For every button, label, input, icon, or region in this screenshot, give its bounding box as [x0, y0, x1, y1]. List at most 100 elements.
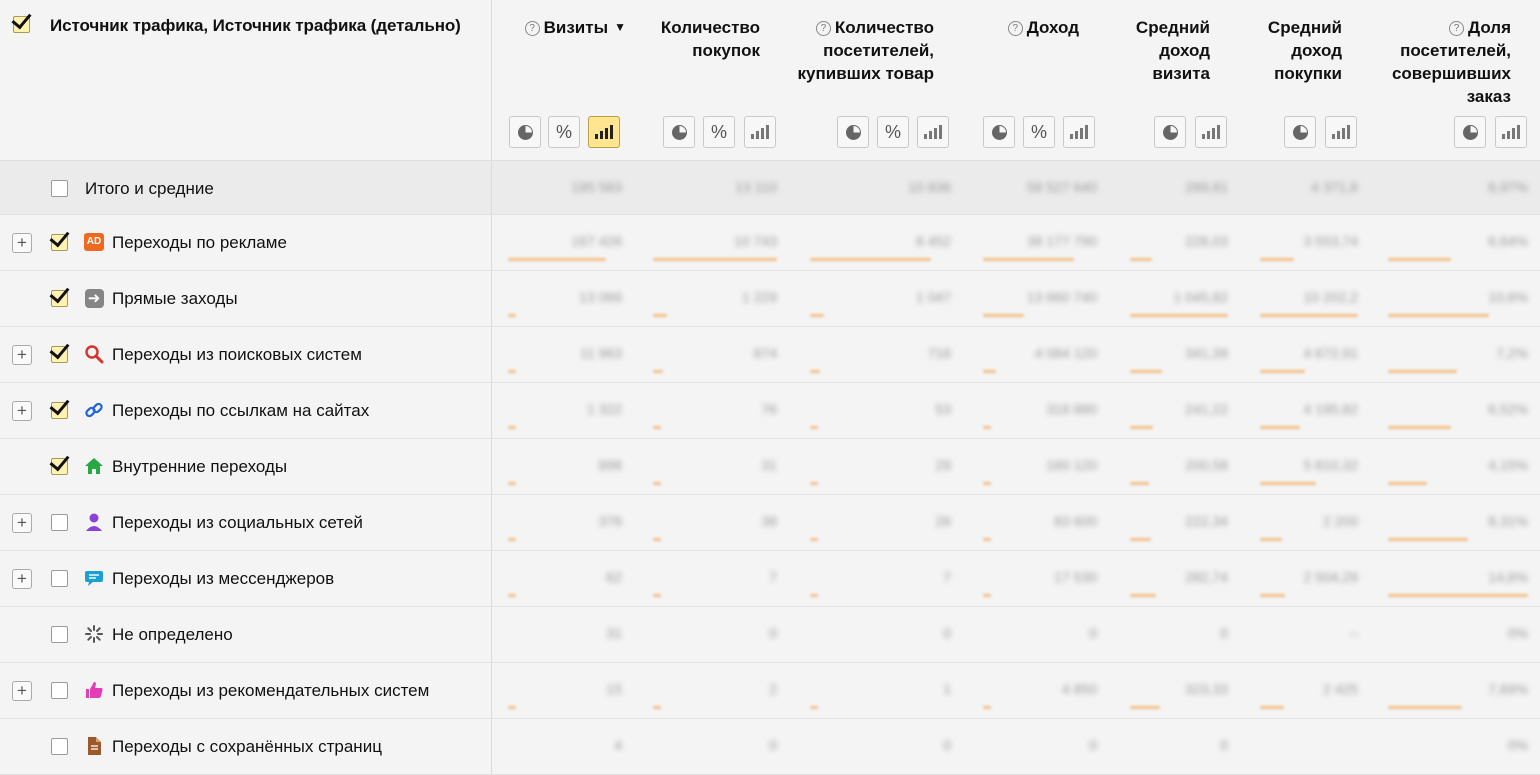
cell-value: 282,74: [1185, 569, 1228, 585]
cell-value: 0: [943, 625, 951, 641]
value-bar: [1260, 258, 1294, 261]
expand-button[interactable]: +: [12, 401, 32, 421]
row-checkbox[interactable]: [51, 682, 68, 699]
total-value: 58 527 640: [1026, 179, 1097, 195]
row-checkbox[interactable]: [51, 514, 68, 531]
cell-value: 2: [769, 681, 777, 697]
cell-value: 2 504,29: [1303, 569, 1359, 585]
cell-value: 1 045,82: [1173, 289, 1229, 305]
help-icon[interactable]: ?: [1449, 21, 1464, 36]
row-checkbox[interactable]: [51, 234, 68, 251]
cell-value: 200,58: [1185, 457, 1228, 473]
expand-button[interactable]: +: [12, 681, 32, 701]
row-checkbox[interactable]: [51, 570, 68, 587]
cell-value: 11 963: [580, 345, 622, 361]
table-row[interactable]: + Переходы по ссылкам на сайтах 1 322 76 5…: [0, 383, 1540, 439]
value-bar: [983, 482, 991, 485]
cell-value: 83 600: [1054, 513, 1097, 529]
pie-chart-button[interactable]: [1154, 116, 1186, 148]
row-checkbox[interactable]: [51, 458, 68, 475]
bar-chart-icon: [751, 125, 769, 139]
percent-button[interactable]: %: [877, 116, 909, 148]
bar-chart-button[interactable]: [1195, 116, 1227, 148]
percent-button[interactable]: %: [548, 116, 580, 148]
column-header-purchases[interactable]: Количество покупок: [636, 16, 760, 62]
pie-chart-button[interactable]: [509, 116, 541, 148]
column-header-visits[interactable]: ? Визиты ▼: [470, 16, 626, 39]
value-bar: [653, 482, 661, 485]
table-row[interactable]: ➜ Прямые заходы 13 066 1 229 1 047 13 660 7…: [0, 271, 1540, 327]
cell-value: 14,6%: [1488, 569, 1528, 585]
select-all-checkbox[interactable]: [13, 16, 30, 33]
pie-chart-icon: [1462, 124, 1478, 140]
cell-value: 1 047: [915, 289, 951, 305]
cell-value: 17 530: [1054, 569, 1097, 585]
table-row[interactable]: + AD Переходы по рекламе 167 426 10 743 8 …: [0, 215, 1540, 271]
bar-chart-button[interactable]: [917, 116, 949, 148]
table-row[interactable]: Переходы с сохранённых страниц 4 0 0 0 0 0%: [0, 719, 1540, 775]
value-bar: [1260, 314, 1358, 317]
column-header-avg-purchase-revenue[interactable]: Средний доход покупки: [1248, 16, 1342, 85]
thumbs-up-icon: [84, 680, 104, 700]
help-icon[interactable]: ?: [524, 21, 540, 36]
cell-value: 167 426: [571, 233, 622, 249]
table-row[interactable]: + Переходы из рекомендательных систем 15…: [0, 663, 1540, 719]
help-icon[interactable]: ?: [1007, 21, 1023, 36]
bar-chart-icon: [1332, 125, 1350, 139]
percent-button[interactable]: %: [703, 116, 735, 148]
value-bar: [983, 370, 996, 373]
bar-chart-button[interactable]: [744, 116, 776, 148]
table-row[interactable]: + Переходы из мессенджеров 62 7 7 17 530 282…: [0, 551, 1540, 607]
pie-chart-button[interactable]: [983, 116, 1015, 148]
expand-button[interactable]: +: [12, 345, 32, 365]
pie-chart-button[interactable]: [1284, 116, 1316, 148]
value-bar: [983, 314, 1024, 317]
pie-chart-button[interactable]: [1454, 116, 1486, 148]
link-icon: [84, 400, 104, 420]
cell-value: 0: [1089, 625, 1097, 641]
cell-value: 1 322: [586, 401, 622, 417]
pie-chart-button[interactable]: [663, 116, 695, 148]
cell-value: 2 200: [1322, 513, 1358, 529]
value-bar: [508, 426, 516, 429]
help-icon[interactable]: ?: [815, 21, 831, 36]
bar-chart-button[interactable]: [1495, 116, 1527, 148]
expand-button[interactable]: +: [12, 233, 32, 253]
table-row[interactable]: + Переходы из поисковых систем 11 963 874…: [0, 327, 1540, 383]
cell-value: –: [1350, 625, 1358, 641]
column-header-conversion-share[interactable]: ? Доля посетителей, совершивших заказ: [1380, 16, 1511, 108]
value-bar: [653, 538, 661, 541]
expand-button[interactable]: +: [12, 513, 32, 533]
row-checkbox[interactable]: [51, 738, 68, 755]
bar-chart-button[interactable]: [588, 116, 620, 148]
totals-checkbox[interactable]: [51, 180, 68, 197]
bar-chart-button[interactable]: [1063, 116, 1095, 148]
table-row[interactable]: + Переходы из социальных сетей 376 38 26 83…: [0, 495, 1540, 551]
value-bar: [810, 314, 824, 317]
row-checkbox[interactable]: [51, 290, 68, 307]
bar-chart-button[interactable]: [1325, 116, 1357, 148]
value-bar: [1388, 314, 1489, 317]
row-label: Переходы из рекомендательных систем: [112, 681, 430, 700]
value-bar: [1260, 706, 1284, 709]
value-bar: [810, 258, 931, 261]
row-checkbox[interactable]: [51, 626, 68, 643]
value-bar: [983, 426, 991, 429]
cell-value: 1: [943, 681, 951, 697]
expand-button[interactable]: +: [12, 569, 32, 589]
totals-row: Итого и средние 195 583 13 110 10 836 58…: [0, 161, 1540, 215]
value-bar: [810, 482, 818, 485]
column-header-revenue[interactable]: ? Доход: [964, 16, 1079, 39]
table-row[interactable]: Внутренние переходы 898 31 29 180 120 200,58…: [0, 439, 1540, 495]
column-header-avg-visit-revenue[interactable]: Средний доход визита: [1116, 16, 1210, 85]
row-checkbox[interactable]: [51, 402, 68, 419]
row-checkbox[interactable]: [51, 346, 68, 363]
pie-chart-button[interactable]: [837, 116, 869, 148]
table-row[interactable]: Не определено 31 0 0 0 0 – 0%: [0, 607, 1540, 663]
value-bar: [508, 538, 516, 541]
cell-value: 8 452: [915, 233, 951, 249]
percent-button[interactable]: %: [1023, 116, 1055, 148]
cell-value: 10 743: [734, 233, 777, 249]
column-header-buyers[interactable]: ? Количество посетителей, купивших товар: [790, 16, 934, 85]
message-icon: [84, 568, 104, 588]
